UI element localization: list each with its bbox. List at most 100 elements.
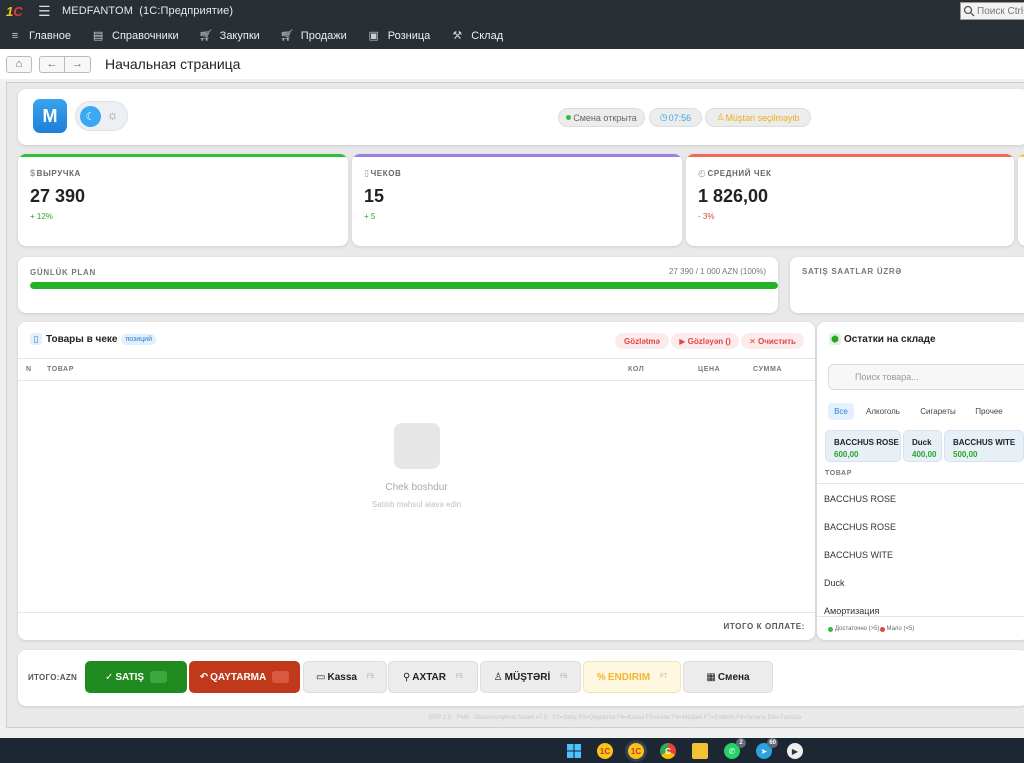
customer-button[interactable]: ♙ MÜŞTƏRİ F6 [480, 661, 581, 693]
app-title: MEDFANTOM (1С:Предприятие) [62, 5, 234, 17]
customer-badge[interactable]: ♙ Müştəri seçilməyib [705, 108, 811, 127]
arrow-right-icon: → [72, 58, 83, 70]
menu-item-warehouse[interactable]: ⚒ Склад [451, 30, 503, 43]
extra-stat-card [1018, 154, 1024, 246]
hamburger-menu-icon[interactable]: ☰ [38, 3, 56, 20]
status-dot [566, 115, 572, 120]
sun-icon: ☼ [107, 108, 118, 122]
sales-by-hour-card: SATIŞ SAATLAR ÜZRƏ [790, 257, 1024, 313]
empty-cart-icon [394, 423, 440, 469]
stock-title: Остатки на складе [844, 333, 936, 345]
shortcut-key [272, 671, 290, 683]
media-player-icon[interactable]: ▶ [787, 743, 803, 759]
dollar-icon: $ [30, 168, 36, 178]
moon-icon: ☾ [80, 106, 101, 127]
hours-label: SATIŞ SAATLAR ÜZRƏ [802, 267, 902, 276]
col-header-n: N [26, 366, 32, 373]
kassa-button[interactable]: ▭ Kassa F5 [303, 661, 387, 693]
1c-app-active-icon[interactable]: 1С [628, 743, 644, 759]
chart-icon: ◴ [698, 168, 707, 178]
taskbar: 1С 1С C ✆ 2 ➤ 60 ▶ [0, 738, 1024, 763]
plan-progress-fill [30, 282, 778, 289]
avatar[interactable]: M [33, 99, 67, 133]
search-button[interactable]: ⚲ AXTAR F5 [388, 661, 478, 693]
catalog-icon: ▤ [92, 30, 104, 42]
product-card[interactable]: Duck 400,00 [903, 430, 942, 462]
home-menu-icon: ≡ [11, 29, 19, 42]
legend-dot [828, 626, 833, 632]
global-search-input[interactable]: Поиск Ctrl+ [960, 2, 1024, 20]
header-card: M ☾ ☼ Смена открыта ◷ 07:56 ♙ Müştəri seçi… [18, 89, 1024, 145]
search-icon [963, 5, 975, 17]
product-search-input[interactable]: Поиск товара... [828, 364, 1024, 390]
home-icon: ⌂ [15, 58, 23, 70]
percent-icon: % [596, 671, 606, 683]
return-button[interactable]: ↶ QAYTARMA [189, 661, 300, 693]
whatsapp-icon[interactable]: ✆ 2 [724, 738, 746, 759]
calendar-icon: ▦ [706, 671, 716, 683]
hold-button[interactable]: Gözlətmə [615, 333, 669, 349]
sale-button[interactable]: ✓ SATIŞ [85, 661, 187, 693]
menu-item-purchases[interactable]: 🛒︎ Закупки [199, 30, 260, 43]
plan-progress-bar [30, 282, 778, 289]
menu-item-retail[interactable]: ▣ Розница [368, 30, 431, 43]
card-accent [686, 154, 1014, 157]
product-price: 600,00 [834, 450, 859, 459]
menu-item-catalogs[interactable]: ▤ Справочники [92, 30, 179, 43]
back-button[interactable]: ← [39, 55, 65, 73]
dashboard: mojo.az M ☾ ☼ Смена открыта ◷07:56 ♙Müşt… [6, 82, 1024, 728]
total-amount: ИТОГО:AZN [28, 673, 78, 682]
stock-row[interactable]: BACCHUS WITE [824, 550, 893, 560]
empty-title: Chek boshdur [385, 482, 448, 493]
shift-button[interactable]: ▦ Смена [683, 661, 773, 693]
tab-all[interactable]: Все [828, 403, 854, 420]
receipts-value: 15 [364, 186, 385, 206]
chrome-icon[interactable]: C [660, 743, 676, 759]
empty-subtitle: Satılıb məhsul əlavə edin [371, 500, 462, 509]
time-badge: ◷ 07:56 [649, 108, 702, 127]
discount-button[interactable]: % ENDIRIM F7 [583, 661, 681, 693]
forward-button[interactable]: → [65, 55, 91, 73]
1c-logo-icon[interactable]: 1С [6, 4, 28, 19]
product-card[interactable]: BACCHUS WITE 500,00 [944, 430, 1024, 462]
clipboard-icon: ▯ [30, 333, 42, 345]
telegram-icon[interactable]: ➤ 60 [756, 738, 778, 759]
total-label: ИТОГО К ОПЛАТЕ: [723, 622, 805, 631]
cart-panel: ▯ Товары в чеке позиций Gözlətmə ▶ Gözləyə… [18, 322, 815, 640]
menu-item-main[interactable]: ≡ Главное [9, 30, 71, 42]
warehouse-icon: ⚒ [452, 30, 463, 42]
user-icon: ♙ [493, 671, 503, 683]
shift-status-badge: Смена открыта [558, 108, 645, 127]
sections-menu: ≡ Главное ▤ Справочники 🛒︎ Закупки 🛒︎ Продаж… [0, 22, 1024, 49]
file-explorer-icon[interactable] [692, 743, 708, 759]
notification-badge: 60 [767, 738, 778, 748]
tab-other[interactable]: Прочее [970, 403, 1008, 420]
product-card[interactable]: BACCHUS ROSE 600,00 [825, 430, 901, 462]
navigation-bar: ⌂ ← → Начальная страница [0, 49, 1024, 79]
stock-legend: Достаточно (>5) Мало (<5) [828, 626, 914, 632]
tab-alcohol[interactable]: Алкоголь [861, 403, 905, 420]
menu-item-sales[interactable]: 🛒︎ Продажи [280, 30, 347, 43]
held-list-button[interactable]: ▶ Gözləyən () [671, 333, 739, 349]
stock-row[interactable]: Амортизация [824, 606, 879, 616]
stock-row[interactable]: BACCHUS ROSE [824, 522, 896, 532]
home-button[interactable]: ⌂ [6, 55, 32, 73]
windows-start-icon[interactable] [566, 743, 582, 759]
col-header-sum: СУММА [753, 366, 783, 373]
stock-col-header: ТОВАР [825, 470, 852, 477]
receipts-card: ▯ ЧЕКОВ 15 + 5 [352, 154, 682, 246]
title-bar: 1С ☰ MEDFANTOM (1С:Предприятие) Поиск Ct… [0, 0, 1024, 22]
theme-toggle[interactable]: ☾ ☼ [75, 101, 128, 131]
card-accent [352, 154, 682, 157]
tab-cigarettes[interactable]: Сигареты [916, 403, 960, 420]
card-label: ВЫРУЧКА [36, 168, 81, 178]
stock-row[interactable]: BACCHUS ROSE [824, 494, 896, 504]
card-accent [1018, 154, 1024, 157]
notification-badge: 2 [736, 738, 746, 748]
action-bar: ИТОГО:AZN ✓ SATIŞ ↶ QAYTARMA ▭ Kassa F5 ⚲ AXT… [18, 650, 1024, 706]
stock-row[interactable]: Duck [824, 578, 845, 588]
clear-button[interactable]: ✕ Очистить [741, 333, 804, 349]
col-header-price: ЦЕНА [698, 366, 721, 373]
1c-app-icon[interactable]: 1С [597, 743, 613, 759]
search-icon: ⚲ [402, 671, 411, 683]
